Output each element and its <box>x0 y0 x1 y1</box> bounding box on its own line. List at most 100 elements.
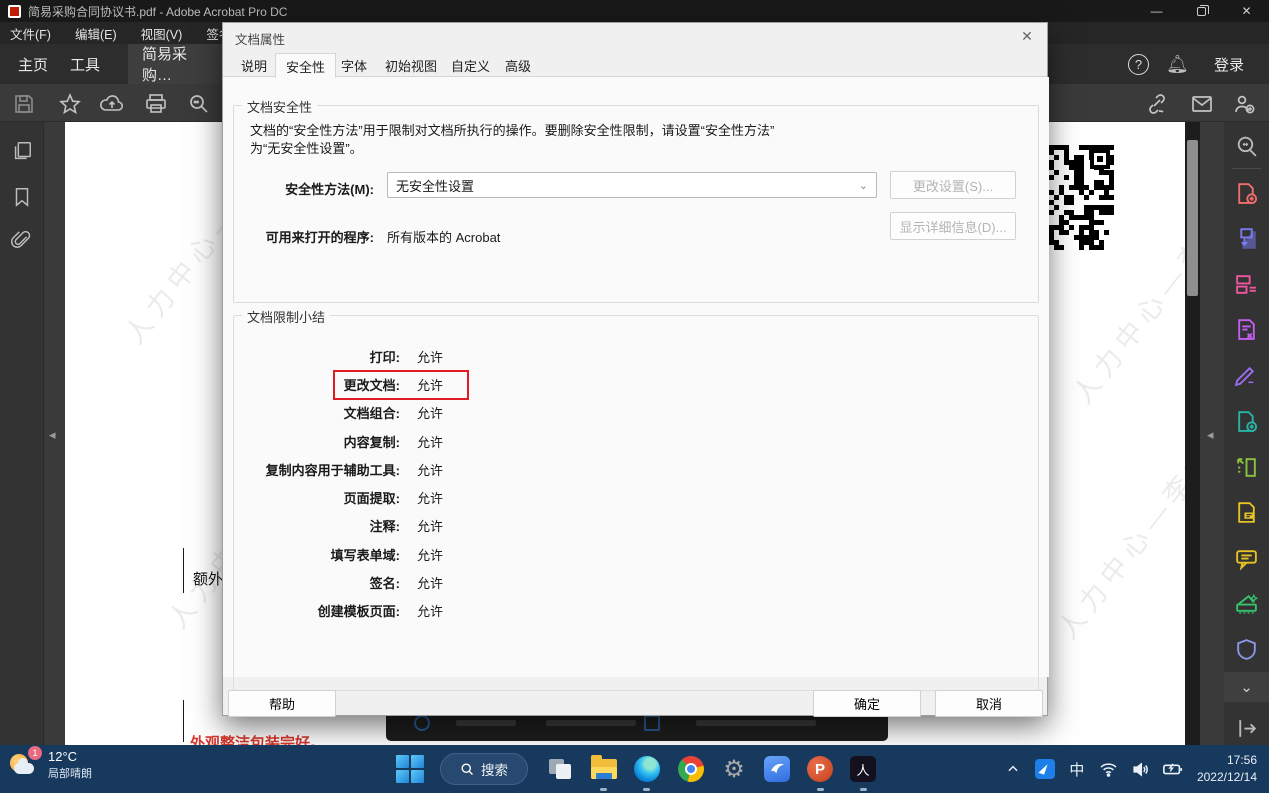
taskbar-search[interactable]: 搜索 <box>440 753 528 785</box>
page-note-icon <box>1234 500 1259 525</box>
expand-panel-button[interactable] <box>1234 716 1259 741</box>
restriction-label: 创建模板页面: <box>234 601 400 620</box>
tray-expand-button[interactable] <box>1001 757 1025 781</box>
restriction-label: 文档组合: <box>234 403 400 422</box>
chrome-button[interactable] <box>675 753 707 785</box>
fill-sign-button[interactable] <box>1234 363 1259 388</box>
sign-in-button[interactable]: 登录 <box>1200 44 1258 84</box>
menu-view[interactable]: 视图(V) <box>131 24 197 43</box>
share-people-button[interactable] <box>1232 92 1256 116</box>
notifications-button[interactable]: 🔔︎ <box>1152 44 1203 84</box>
attachments-button[interactable] <box>11 230 33 254</box>
collapse-left-arrow-icon[interactable]: ◂ <box>49 427 56 443</box>
delete-pages-button[interactable] <box>1234 317 1259 342</box>
right-splitter[interactable]: ◂ <box>1200 122 1224 745</box>
open-with-label: 可用来打开的程序: <box>234 227 374 246</box>
collapse-right-arrow-icon[interactable]: ◂ <box>1207 427 1214 443</box>
security-method-dropdown[interactable]: 无安全性设置 ⌄ <box>387 172 877 198</box>
protect-button[interactable] <box>1234 637 1259 662</box>
organize-pages-button[interactable] <box>1234 272 1259 297</box>
email-button[interactable] <box>1190 92 1214 116</box>
settings-button[interactable]: ⚙ <box>718 753 750 785</box>
running-indicator <box>600 788 607 791</box>
bookmarks-button[interactable] <box>11 186 33 210</box>
help-dialog-button[interactable]: 帮助 <box>228 690 336 717</box>
running-indicator <box>860 788 867 791</box>
get-link-button[interactable] <box>1145 92 1169 116</box>
dialog-tab-strip: 说明 安全性 字体 初始视图 自定义 高级 <box>223 53 1047 77</box>
volume-button[interactable] <box>1129 757 1153 781</box>
restriction-row: 内容复制:允许 <box>234 427 1038 455</box>
scan-ocr-button[interactable] <box>1234 591 1259 616</box>
restore-button[interactable] <box>1179 0 1224 22</box>
powerpoint-button[interactable]: P <box>804 753 836 785</box>
menu-edit[interactable]: 编辑(E) <box>65 24 131 43</box>
thunder-button[interactable] <box>761 753 793 785</box>
expand-panel-icon <box>1234 716 1259 741</box>
restriction-row: 打印: 允许 <box>234 342 1038 370</box>
print-button[interactable] <box>144 92 168 116</box>
shield-icon <box>1234 637 1259 662</box>
tab-home[interactable]: 主页 <box>4 44 62 84</box>
acrobat-button[interactable]: 人 <box>847 753 879 785</box>
page-thumbnails-button[interactable] <box>11 140 33 164</box>
acrobat-icon: 人 <box>850 756 876 782</box>
create-pdf-plus-icon <box>1234 409 1259 434</box>
speaker-icon <box>1131 760 1150 779</box>
battery-button[interactable] <box>1161 757 1185 781</box>
search-tools-button[interactable] <box>1234 134 1259 159</box>
wifi-button[interactable] <box>1097 757 1121 781</box>
restriction-label: 签名: <box>234 573 400 592</box>
printer-icon <box>144 92 168 116</box>
dialog-tab-description[interactable]: 说明 <box>231 53 277 77</box>
save-button[interactable] <box>12 92 36 116</box>
restriction-label: 打印: <box>234 347 400 366</box>
show-details-button[interactable]: 显示详细信息(D)... <box>890 212 1016 240</box>
file-explorer-button[interactable] <box>588 753 620 785</box>
restriction-row: 注释:允许 <box>234 512 1038 540</box>
change-settings-button[interactable]: 更改设置(S)... <box>890 171 1016 199</box>
close-button[interactable]: ✕ <box>1224 0 1269 22</box>
dialog-tab-custom[interactable]: 自定义 <box>441 53 500 77</box>
star-button[interactable] <box>58 92 82 116</box>
document-properties-dialog: 文档属性 ✕ 说明 安全性 字体 初始视图 自定义 高级 文档安全性 文档的“安… <box>222 22 1048 716</box>
restriction-value: 允许 <box>417 347 443 366</box>
task-view-button[interactable] <box>545 753 577 785</box>
dialog-tab-initial-view[interactable]: 初始视图 <box>375 53 447 77</box>
request-signatures-button[interactable] <box>1234 500 1259 525</box>
edge-button[interactable] <box>631 753 663 785</box>
share-cloud-button[interactable] <box>100 92 124 116</box>
dialog-tab-security[interactable]: 安全性 <box>275 53 336 78</box>
search-button[interactable] <box>187 92 211 116</box>
divider <box>1232 168 1261 169</box>
minimize-button[interactable]: — <box>1134 0 1179 22</box>
crop-pages-button[interactable] <box>1234 455 1259 480</box>
ime-mode-button[interactable]: 中 <box>1065 757 1089 781</box>
window-titlebar: 简易采购合同协议书.pdf - Adobe Acrobat Pro DC — ✕ <box>0 0 1269 22</box>
dialog-close-button[interactable]: ✕ <box>1015 26 1039 46</box>
restriction-row: 文档组合:允许 <box>234 399 1038 427</box>
watermark-text: 人力中心—李文毅 <box>1047 407 1185 645</box>
scrollbar-thumb[interactable] <box>1187 140 1198 296</box>
tab-tools[interactable]: 工具 <box>56 44 114 84</box>
red-highlight-box <box>333 370 469 400</box>
create-pdf-button[interactable] <box>1234 181 1259 206</box>
security-method-value: 无安全性设置 <box>396 176 474 195</box>
dialog-tab-advanced[interactable]: 高级 <box>495 53 541 77</box>
menu-file[interactable]: 文件(F) <box>0 24 65 43</box>
ok-button[interactable]: 确定 <box>813 690 921 717</box>
create-pdf-alt-button[interactable] <box>1234 409 1259 434</box>
person-add-icon <box>1232 92 1256 116</box>
weather-widget[interactable]: 1 12°C 局部晴朗 <box>10 749 92 781</box>
tray-app-button[interactable] <box>1033 757 1057 781</box>
clock-widget[interactable]: 17:56 2022/12/14 <box>1197 752 1257 786</box>
start-button[interactable] <box>396 755 424 783</box>
more-tools-button[interactable]: ⌄ <box>1224 672 1269 702</box>
tray-date: 2022/12/14 <box>1197 769 1257 786</box>
cancel-button[interactable]: 取消 <box>935 690 1043 717</box>
left-splitter[interactable]: ◂ <box>45 122 65 745</box>
tab-document[interactable]: 简易采购… <box>128 44 228 84</box>
export-pdf-button[interactable] <box>1234 226 1259 251</box>
dialog-tab-fonts[interactable]: 字体 <box>331 53 377 77</box>
comment-button[interactable] <box>1234 546 1259 571</box>
